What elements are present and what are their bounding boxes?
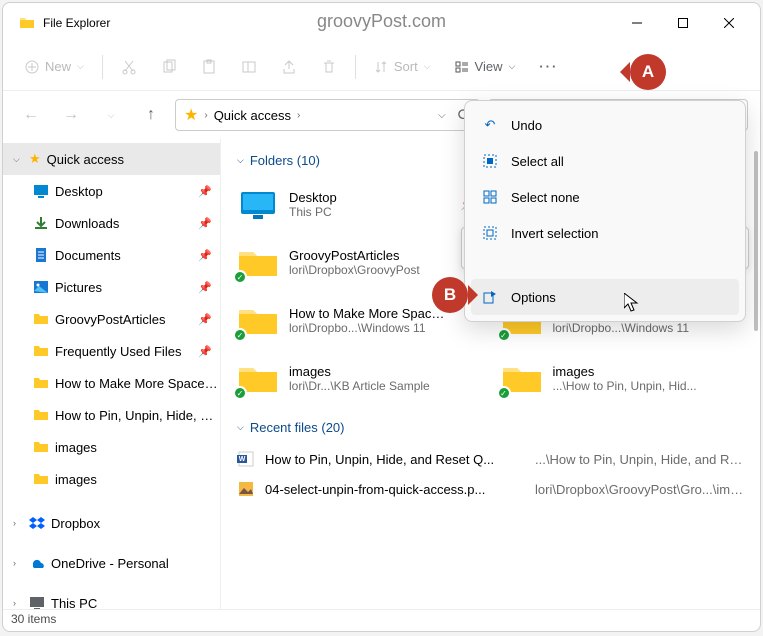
file-path: ...\How to Pin, Unpin, Hide, and Reset .… [535,452,744,467]
pin-icon: 📌 [198,185,212,198]
file-row[interactable]: 04-select-unpin-from-quick-access.p... l… [237,475,744,503]
minimize-button[interactable] [614,7,660,39]
window-title: File Explorer [43,16,110,30]
copy-button[interactable] [151,53,187,81]
folder-path: This PC [289,205,337,219]
menu-options[interactable]: Options [471,279,739,315]
sidebar-item-downloads[interactable]: Downloads📌 [3,207,220,239]
sidebar-quick-access[interactable]: ⌵ ★ Quick access [3,143,220,175]
more-options-menu: ↶Undo Select all Select none Invert sele… [464,100,746,322]
folder-name: Desktop [289,190,337,205]
undo-icon: ↶ [481,117,499,133]
paste-button[interactable] [191,53,227,81]
pin-icon: 📌 [198,313,212,326]
rename-button[interactable] [231,53,267,81]
sidebar-item[interactable]: Frequently Used Files📌 [3,335,220,367]
file-icon: W [237,450,255,468]
pin-icon: 📌 [198,281,212,294]
scrollbar[interactable] [754,151,758,331]
folder-path: lori\Dropbo...\Windows 11 [553,321,709,335]
chevron-right-icon: › [204,110,207,121]
folder-icon: ✓ [501,360,543,396]
folder-item[interactable]: Desktop This PC 📌 [237,178,481,230]
svg-text:W: W [239,456,246,463]
recent-group-header[interactable]: ⌵ Recent files (20) [237,420,744,435]
pin-icon: 📌 [198,217,212,230]
file-row[interactable]: W How to Pin, Unpin, Hide, and Reset Q..… [237,445,744,473]
callout-a: A [630,54,666,90]
sidebar-thispc[interactable]: ›This PC [3,587,220,609]
navigation-pane: ⌵ ★ Quick access Desktop📌 Downloads📌 Doc… [3,139,221,609]
sidebar-item[interactable]: How to Make More Space Av [3,367,220,399]
pin-icon: 📌 [198,249,212,262]
address-field[interactable]: ★ › Quick access › ⌵ ⟳ [175,99,480,131]
chevron-down-icon: ⌵ [237,155,244,166]
folder-name: images [289,364,430,379]
folder-name: GroovyPostArticles [289,248,420,263]
close-button[interactable] [706,7,752,39]
menu-undo[interactable]: ↶Undo [471,107,739,143]
sidebar-item-pictures[interactable]: Pictures📌 [3,271,220,303]
folder-item[interactable]: ✓ images ...\How to Pin, Unpin, Hid... [501,352,745,404]
folder-icon [237,186,279,222]
file-icon [237,480,255,498]
folder-icon: ✓ [237,244,279,280]
sidebar-onedrive[interactable]: ›OneDrive - Personal [3,547,220,579]
file-name: 04-select-unpin-from-quick-access.p... [265,482,525,497]
recent-locations-button[interactable]: ⌵ [95,99,127,131]
pin-icon: 📌 [198,345,212,358]
sidebar-item[interactable]: images [3,463,220,495]
more-button[interactable]: ··· [529,53,568,80]
star-icon: ★ [29,151,41,167]
folder-icon: ✓ [237,302,279,338]
sidebar-item-desktop[interactable]: Desktop📌 [3,175,220,207]
sidebar-item[interactable]: GroovyPostArticles📌 [3,303,220,335]
folder-name: images [553,364,697,379]
file-path: lori\Dropbox\GroovyPost\Gro...\images [535,482,744,497]
menu-invert-selection[interactable]: Invert selection [471,215,739,251]
view-button[interactable]: View ⌵ [445,53,526,80]
folder-path: lori\Dropbox\GroovyPost [289,263,420,277]
star-icon: ★ [184,105,198,125]
chevron-right-icon: › [13,558,23,568]
chevron-right-icon: › [297,110,300,121]
file-name: How to Pin, Unpin, Hide, and Reset Q... [265,452,525,467]
breadcrumb-root[interactable]: Quick access [214,108,291,123]
sidebar-item-documents[interactable]: Documents📌 [3,239,220,271]
up-button[interactable]: ↑ [135,99,167,131]
callout-b: B [432,277,468,313]
maximize-button[interactable] [660,7,706,39]
select-all-icon [481,154,499,168]
invert-icon [481,226,499,240]
app-icon [19,15,35,31]
menu-select-none[interactable]: Select none [471,179,739,215]
forward-button[interactable]: → [55,99,87,131]
cursor-icon [624,293,640,313]
chevron-down-icon: ⌵ [237,422,244,433]
chevron-down-icon[interactable]: ⌵ [438,110,446,121]
chevron-down-icon: ⌵ [13,154,23,165]
cut-button[interactable] [111,53,147,81]
chevron-right-icon: › [13,518,23,528]
folder-path: lori\Dr...\KB Article Sample [289,379,430,393]
sidebar-item[interactable]: images [3,431,220,463]
new-button[interactable]: New ⌵ [15,53,94,80]
status-bar: 30 items [3,609,760,631]
sort-button[interactable]: Sort ⌵ [364,53,441,80]
folder-name: How to Make More Space... [289,306,449,321]
folder-path: ...\How to Pin, Unpin, Hid... [553,379,697,393]
chevron-right-icon: › [13,598,23,608]
titlebar: File Explorer [3,3,760,43]
select-none-icon [481,190,499,204]
share-button[interactable] [271,53,307,81]
folder-path: lori\Dropbo...\Windows 11 [289,321,449,335]
folder-item[interactable]: ✓ images lori\Dr...\KB Article Sample [237,352,481,404]
sidebar-item[interactable]: How to Pin, Unpin, Hide, and [3,399,220,431]
menu-select-all[interactable]: Select all [471,143,739,179]
delete-button[interactable] [311,53,347,81]
folder-icon: ✓ [237,360,279,396]
sidebar-dropbox[interactable]: ›Dropbox [3,507,220,539]
back-button[interactable]: ← [15,99,47,131]
